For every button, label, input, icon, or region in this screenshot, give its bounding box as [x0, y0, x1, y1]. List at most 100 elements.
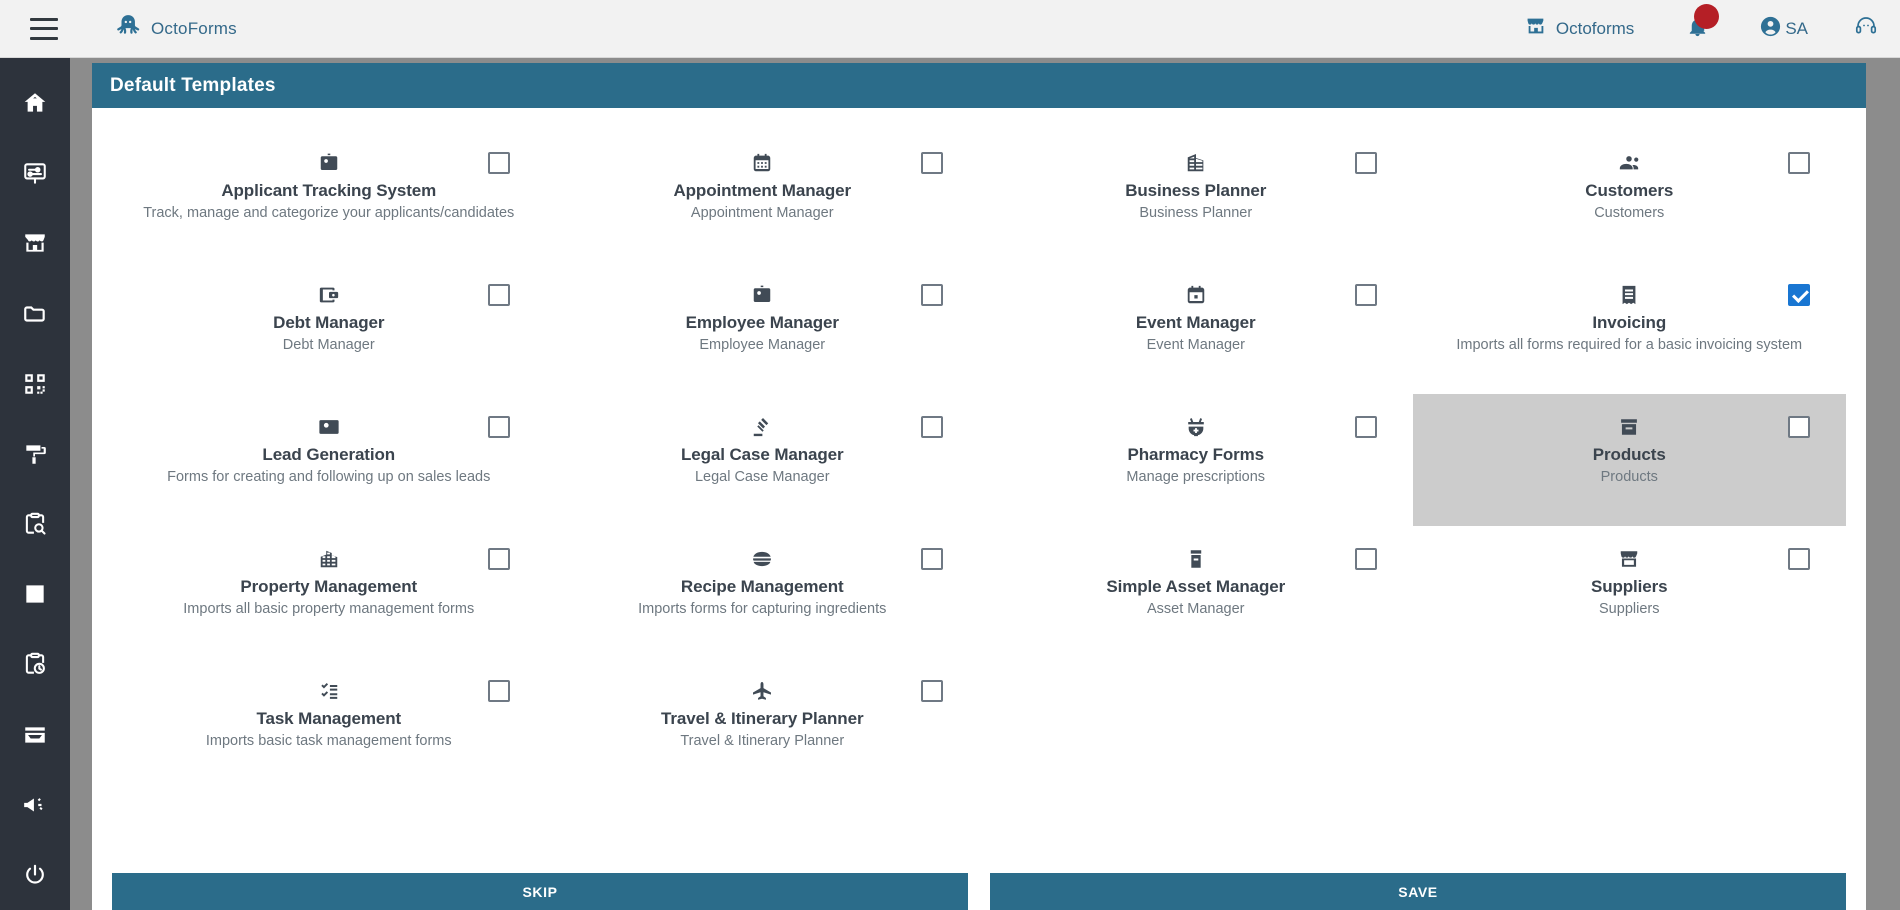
template-tile-content: Employee Manager Employee Manager — [546, 262, 980, 353]
template-subtitle: Imports forms for capturing ingredients — [638, 601, 887, 617]
account-circle-icon — [1759, 15, 1782, 43]
support-button[interactable] — [1854, 14, 1878, 43]
brand-name: OctoForms — [151, 18, 237, 38]
template-checkbox[interactable] — [487, 548, 510, 570]
template-tile[interactable]: Products Products — [1412, 394, 1846, 526]
template-checkbox[interactable] — [1788, 416, 1810, 438]
save-button[interactable]: SAVE — [990, 873, 1846, 910]
template-tile-content: Event Manager Event Manager — [979, 262, 1413, 353]
template-checkbox[interactable] — [1354, 152, 1377, 174]
template-tile-content: Debt Manager Debt Manager — [112, 262, 546, 353]
template-checkbox[interactable] — [487, 152, 510, 174]
template-subtitle: Business Planner — [1139, 205, 1253, 221]
sidebar-item-qr-codes[interactable] — [0, 349, 70, 419]
template-subtitle: Debt Manager — [282, 337, 375, 353]
template-checkbox[interactable] — [1354, 284, 1377, 306]
template-tile[interactable]: Suppliers Suppliers — [1413, 526, 1847, 658]
store-label: Octoforms — [1555, 18, 1635, 38]
template-subtitle: Imports all forms required for a basic i… — [1456, 337, 1803, 353]
power-icon — [22, 862, 48, 888]
template-subtitle: Imports all basic property management fo… — [183, 601, 475, 617]
skip-button[interactable]: SKIP — [112, 873, 968, 910]
template-tile[interactable]: Pharmacy Forms Manage prescriptions — [979, 394, 1413, 526]
template-checkbox[interactable] — [1788, 548, 1810, 570]
gavel-icon — [751, 416, 773, 438]
template-title: Suppliers — [1590, 577, 1668, 596]
sidebar-item-logout[interactable] — [0, 840, 70, 910]
page-title: Default Templates — [110, 74, 276, 96]
template-title: Business Planner — [1125, 181, 1267, 200]
template-title: Invoicing — [1592, 313, 1667, 332]
template-title: Legal Case Manager — [680, 445, 844, 464]
megaphone-icon — [22, 792, 48, 818]
template-tile[interactable]: Applicant Tracking System Track, manage a… — [112, 130, 546, 262]
template-tile[interactable]: Invoicing Imports all forms required for … — [1413, 262, 1847, 394]
template-tile[interactable]: Property Management Imports all basic pro… — [112, 526, 546, 658]
template-checkbox[interactable] — [487, 680, 510, 702]
qr-code-icon — [22, 371, 48, 397]
calendar-month-icon — [751, 152, 773, 174]
template-tile-content: Business Planner Business Planner — [979, 130, 1413, 221]
template-subtitle: Asset Manager — [1146, 601, 1245, 617]
template-title: Recipe Management — [680, 577, 844, 596]
template-checkbox[interactable] — [487, 416, 510, 438]
user-menu[interactable]: SA — [1759, 15, 1808, 43]
form-board-icon — [22, 160, 48, 186]
template-tile[interactable]: Business Planner Business Planner — [979, 130, 1413, 262]
sidebar-item-history[interactable] — [0, 629, 70, 699]
template-checkbox[interactable] — [1354, 548, 1377, 570]
sidebar-item-reports[interactable] — [0, 559, 70, 629]
template-checkbox[interactable] — [1788, 284, 1810, 306]
grid-filler — [979, 658, 1413, 790]
template-tile[interactable]: Task Management Imports basic task manage… — [112, 658, 546, 790]
template-tile-content: Applicant Tracking System Track, manage a… — [112, 130, 546, 221]
template-tile[interactable]: Travel & Itinerary Planner Travel & Itine… — [546, 658, 980, 790]
template-title: Event Manager — [1135, 313, 1256, 332]
template-tile[interactable]: Appointment Manager Appointment Manager — [546, 130, 980, 262]
hamburger-food-icon — [751, 548, 773, 570]
wallet-icon — [318, 284, 340, 306]
template-checkbox[interactable] — [1354, 416, 1377, 438]
template-tile-content: Lead Generation Forms for creating and fo… — [112, 394, 546, 485]
template-checkbox[interactable] — [921, 284, 943, 306]
sidebar-item-inspections[interactable] — [0, 489, 70, 559]
chart-box-icon — [22, 581, 48, 607]
hamburger-menu-icon[interactable] — [30, 17, 58, 40]
sidebar-item-folders[interactable] — [0, 279, 70, 349]
sidebar-item-home[interactable] — [0, 68, 70, 138]
template-tile[interactable]: Customers Customers — [1413, 130, 1847, 262]
template-subtitle: Customers — [1594, 205, 1665, 221]
template-checkbox[interactable] — [921, 548, 943, 570]
template-tile[interactable]: Lead Generation Forms for creating and fo… — [112, 394, 546, 526]
template-tile[interactable]: Legal Case Manager Legal Case Manager — [546, 394, 980, 526]
template-tile-content: Invoicing Imports all forms required for … — [1413, 262, 1847, 353]
template-tile-content: Pharmacy Forms Manage prescriptions — [979, 394, 1413, 485]
sidebar-item-inbox[interactable] — [0, 700, 70, 770]
template-grid: Applicant Tracking System Track, manage a… — [112, 130, 1846, 790]
template-tile[interactable]: Event Manager Event Manager — [979, 262, 1413, 394]
id-badge-icon — [318, 152, 340, 174]
app-root: OctoForms Octoforms SA Default Templates… — [0, 0, 1900, 910]
sidebar-item-themes[interactable] — [0, 419, 70, 489]
notifications-button[interactable] — [1686, 3, 1720, 43]
template-tile-content: Suppliers Suppliers — [1413, 526, 1847, 617]
sidebar-item-forms[interactable] — [0, 138, 70, 208]
template-tile[interactable]: Employee Manager Employee Manager — [546, 262, 980, 394]
storefront-icon — [1618, 548, 1640, 570]
brand[interactable]: OctoForms — [115, 13, 237, 44]
template-tile[interactable]: Simple Asset Manager Asset Manager — [979, 526, 1413, 658]
template-checkbox[interactable] — [921, 416, 943, 438]
sidebar-item-store[interactable] — [0, 208, 70, 278]
template-title: Lead Generation — [262, 445, 396, 464]
store-switcher[interactable]: Octoforms — [1525, 15, 1634, 42]
template-checkbox[interactable] — [1788, 152, 1810, 174]
template-tile-content: Recipe Management Imports forms for captu… — [546, 526, 980, 617]
template-checkbox[interactable] — [487, 284, 510, 306]
template-checkbox[interactable] — [921, 680, 943, 702]
sidebar-item-announcements[interactable] — [0, 770, 70, 840]
template-subtitle: Event Manager — [1146, 337, 1245, 353]
template-checkbox[interactable] — [921, 152, 943, 174]
template-tile[interactable]: Debt Manager Debt Manager — [112, 262, 546, 394]
template-subtitle: Track, manage and categorize your applic… — [143, 205, 515, 221]
template-tile[interactable]: Recipe Management Imports forms for captu… — [546, 526, 980, 658]
